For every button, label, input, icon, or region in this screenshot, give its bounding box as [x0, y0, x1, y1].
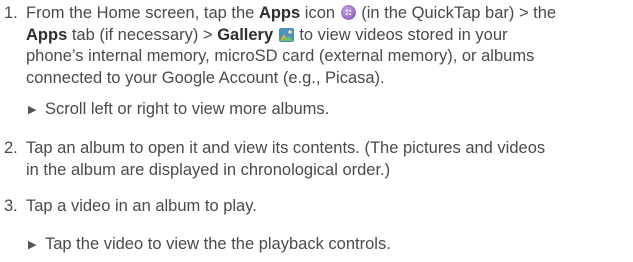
bullet-arrow-icon: ▶ — [28, 104, 37, 116]
step-number: 3. — [4, 197, 18, 215]
bullet-text: Tap the video to view the the playback c… — [45, 235, 391, 253]
step-line: connected to your Google Account (e.g., … — [26, 68, 385, 87]
bullet-item: ▶ Scroll left or right to view more album… — [28, 99, 628, 122]
text-segment: tab (if necessary) > — [67, 25, 218, 44]
step-number: 1. — [4, 4, 18, 22]
step-3: 3. Tap a video in an album to play. — [4, 196, 629, 218]
step-1: 1. From the Home screen, tap the Apps ic… — [4, 3, 629, 89]
text-segment: (in the QuickTap bar) > the — [356, 4, 557, 22]
step-2: 2. Tap an album to open it and view its … — [4, 138, 629, 181]
step-line: Apps tab (if necessary) > Gallery to vie… — [26, 25, 629, 47]
apps-icon — [340, 5, 356, 20]
bullet-text: Scroll left or right to view more albums… — [45, 100, 330, 118]
bullet-item: ▶ Tap the video to view the the playback … — [28, 234, 628, 257]
text-segment: From the Home screen, tap the — [26, 4, 259, 22]
bullet-arrow-icon: ▶ — [28, 239, 37, 251]
text-segment: to view videos stored in your — [294, 25, 508, 44]
step-text: From the Home screen, tap the Apps icon … — [26, 3, 629, 89]
step-text: Tap an album to open it and view its con… — [26, 138, 629, 181]
gallery-icon — [278, 27, 294, 42]
step-line: Tap a video in an album to play. — [26, 197, 257, 215]
apps-label: Apps — [258, 4, 301, 22]
step-text: Tap a video in an album to play. — [26, 196, 629, 218]
gallery-label: Gallery — [217, 25, 274, 44]
instruction-page: 1. From the Home screen, tap the Apps ic… — [0, 0, 633, 262]
text-segment: icon — [300, 4, 340, 22]
apps-tab-label: Apps — [26, 25, 68, 44]
step-line: in the album are displayed in chronologi… — [26, 160, 391, 179]
step-line: Tap an album to open it and view its con… — [26, 139, 546, 157]
step-line: phone’s internal memory, microSD card (e… — [26, 47, 535, 65]
step-line: From the Home screen, tap the Apps icon … — [26, 3, 629, 25]
step-number: 2. — [4, 139, 18, 157]
